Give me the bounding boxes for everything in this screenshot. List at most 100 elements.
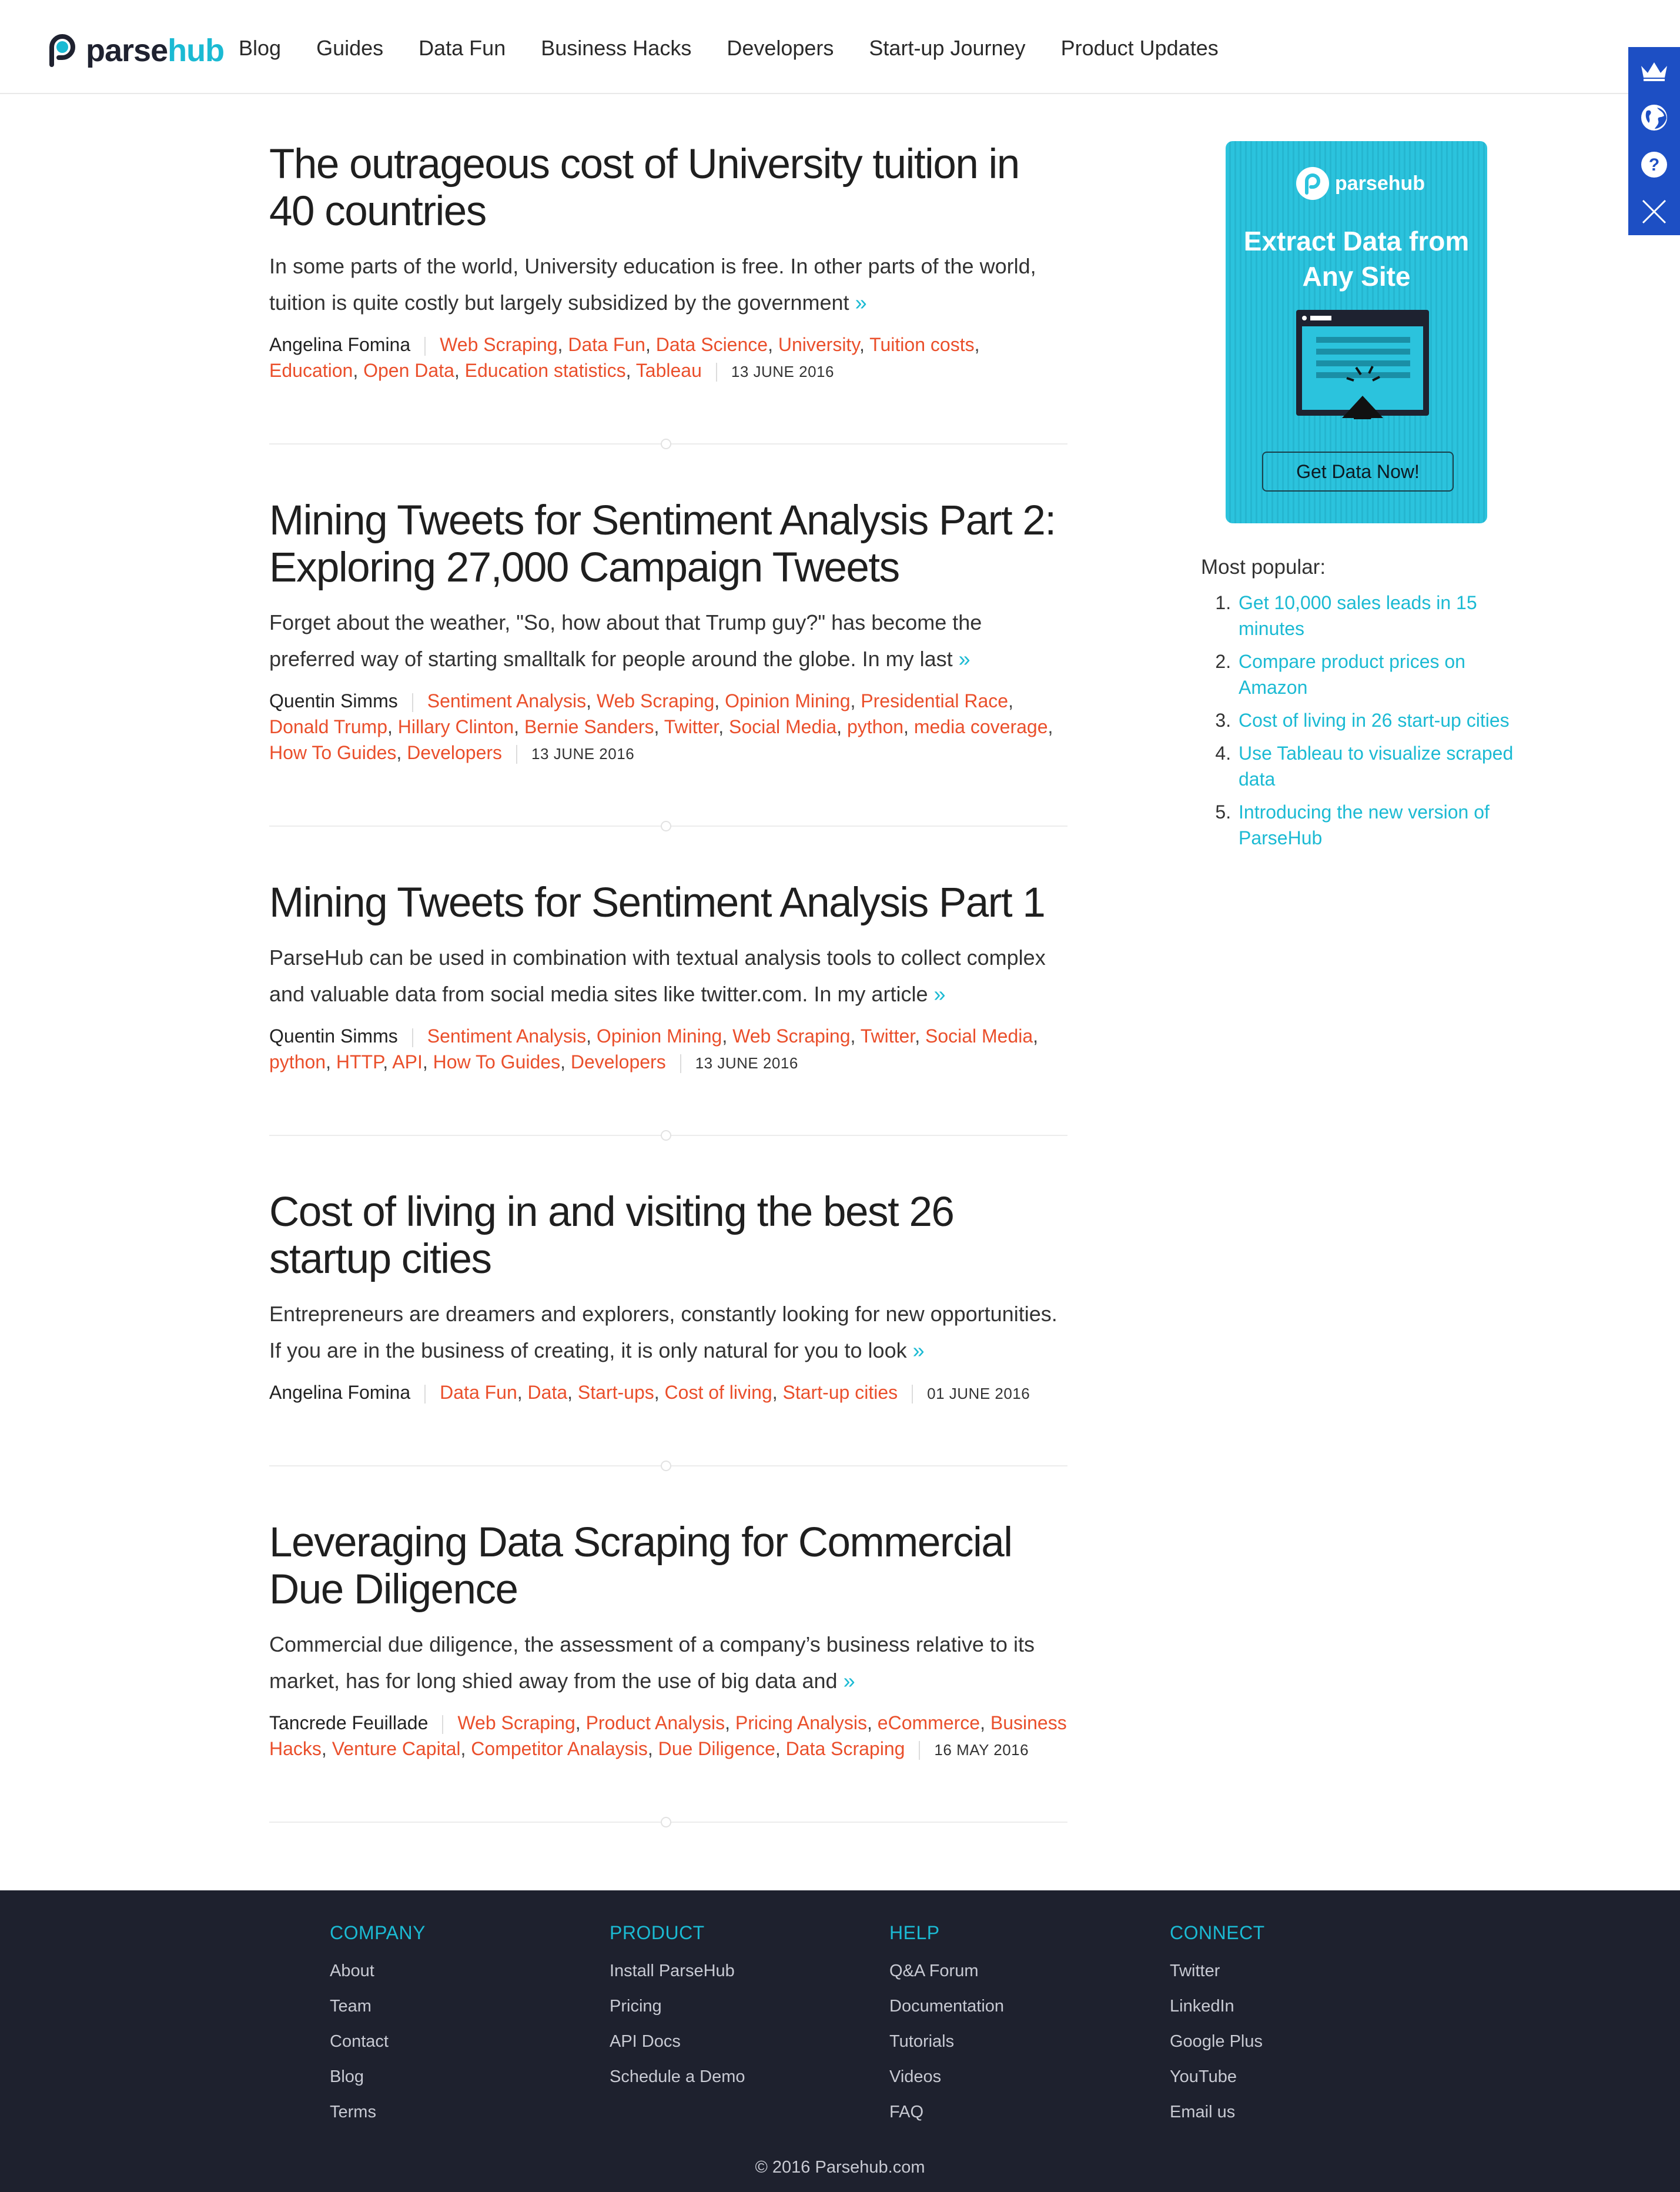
footer-link-documentation[interactable]: Documentation (889, 1989, 1004, 2024)
parsehub-ad-banner[interactable]: parsehub Extract Data from Any Site Get … (1226, 141, 1487, 523)
footer-link-tutorials[interactable]: Tutorials (889, 2024, 1004, 2059)
globe-button[interactable] (1628, 94, 1680, 141)
read-more-link[interactable]: » (844, 1669, 855, 1693)
article-title[interactable]: Mining Tweets for Sentiment Analysis Par… (269, 497, 1067, 592)
help-button[interactable]: ? (1628, 141, 1680, 188)
article-tag[interactable]: Competitor Analaysis (471, 1738, 648, 1759)
article-tag[interactable]: Cost of living (665, 1382, 772, 1403)
article-tag[interactable]: Start-ups (578, 1382, 654, 1403)
article-tag[interactable]: Open Data (363, 360, 454, 381)
footer-link-twitter[interactable]: Twitter (1170, 1953, 1265, 1989)
popular-link[interactable]: Use Tableau to visualize scraped data (1239, 743, 1513, 790)
footer-link-terms[interactable]: Terms (330, 2094, 426, 2130)
article-tag[interactable]: Web Scraping (597, 690, 714, 711)
article-tag[interactable]: Donald Trump (269, 716, 387, 737)
footer-link-linkedin[interactable]: LinkedIn (1170, 1989, 1265, 2024)
article-author[interactable]: Tancrede Feuillade (269, 1712, 428, 1733)
footer-link-email[interactable]: Email us (1170, 2094, 1265, 2130)
article-tag[interactable]: Sentiment Analysis (427, 690, 586, 711)
article-tag[interactable]: Bernie Sanders (524, 716, 654, 737)
article-tag[interactable]: Developers (407, 742, 502, 763)
footer-link-blog[interactable]: Blog (330, 2059, 426, 2094)
article-author[interactable]: Angelina Fomina (269, 334, 410, 355)
article-author[interactable]: Quentin Simms (269, 1025, 398, 1047)
article-tag[interactable]: Tuition costs (869, 334, 974, 355)
article-author[interactable]: Angelina Fomina (269, 1382, 410, 1403)
popular-link[interactable]: Get 10,000 sales leads in 15 minutes (1239, 592, 1477, 639)
close-button[interactable] (1628, 188, 1680, 235)
popular-link[interactable]: Cost of living in 26 start-up cities (1239, 710, 1510, 731)
footer-link-youtube[interactable]: YouTube (1170, 2059, 1265, 2094)
article-tag[interactable]: Data Science (656, 334, 768, 355)
footer-link-install[interactable]: Install ParseHub (610, 1953, 745, 1989)
article-tag[interactable]: API (392, 1051, 423, 1072)
article-tag[interactable]: Data Scraping (786, 1738, 905, 1759)
footer-link-pricing[interactable]: Pricing (610, 1989, 745, 2024)
article-tag[interactable]: Data Fun (568, 334, 645, 355)
article-tag[interactable]: Hillary Clinton (398, 716, 514, 737)
nav-data-fun[interactable]: Data Fun (419, 34, 506, 62)
article-tag[interactable]: python (847, 716, 903, 737)
footer-link-qa-forum[interactable]: Q&A Forum (889, 1953, 1004, 1989)
article-tag[interactable]: eCommerce (878, 1712, 980, 1733)
article-tag[interactable]: Start-up cities (783, 1382, 898, 1403)
article-tag[interactable]: Data (528, 1382, 568, 1403)
article-tag[interactable]: Developers (571, 1051, 666, 1072)
article-tag[interactable]: Tableau (636, 360, 702, 381)
article-tag[interactable]: Web Scraping (457, 1712, 575, 1733)
article-tag[interactable]: How To Guides (269, 742, 396, 763)
article-tag[interactable]: Venture Capital (332, 1738, 461, 1759)
article-title[interactable]: Leveraging Data Scraping for Commercial … (269, 1519, 1067, 1613)
article-title[interactable]: Mining Tweets for Sentiment Analysis Par… (269, 880, 1067, 927)
nav-blog[interactable]: Blog (239, 34, 281, 62)
popular-link[interactable]: Introducing the new version of ParseHub (1239, 801, 1490, 848)
footer-link-faq[interactable]: FAQ (889, 2094, 1004, 2130)
article-title[interactable]: The outrageous cost of University tuitio… (269, 141, 1067, 235)
article-tag[interactable]: Education (269, 360, 353, 381)
footer-link-team[interactable]: Team (330, 1989, 426, 2024)
article-tag[interactable]: Twitter (861, 1025, 915, 1047)
article-tag[interactable]: python (269, 1051, 326, 1072)
footer-link-videos[interactable]: Videos (889, 2059, 1004, 2094)
nav-business-hacks[interactable]: Business Hacks (541, 34, 691, 62)
footer-link-about[interactable]: About (330, 1953, 426, 1989)
popular-link[interactable]: Compare product prices on Amazon (1239, 651, 1465, 698)
article-divider (269, 1461, 1067, 1471)
article-tag[interactable]: Pricing Analysis (735, 1712, 867, 1733)
article-tag[interactable]: Opinion Mining (725, 690, 850, 711)
article-tag[interactable]: Education statistics (465, 360, 626, 381)
article-tag[interactable]: Web Scraping (440, 334, 557, 355)
site-logo[interactable]: parsehub (47, 32, 225, 69)
article-tag[interactable]: Product Analysis (586, 1712, 725, 1733)
nav-guides[interactable]: Guides (316, 34, 383, 62)
nav-developers[interactable]: Developers (727, 34, 834, 62)
article-tag[interactable]: HTTP (336, 1051, 383, 1072)
footer-link-google-plus[interactable]: Google Plus (1170, 2024, 1265, 2059)
crown-button[interactable] (1628, 47, 1680, 94)
article-tag[interactable]: Sentiment Analysis (427, 1025, 586, 1047)
article-tag[interactable]: Web Scraping (732, 1025, 850, 1047)
article-author[interactable]: Quentin Simms (269, 690, 398, 711)
article-tag[interactable]: How To Guides (433, 1051, 560, 1072)
article-tag[interactable]: Due Diligence (658, 1738, 775, 1759)
nav-startup-journey[interactable]: Start-up Journey (869, 34, 1025, 62)
article-card: Mining Tweets for Sentiment Analysis Par… (269, 880, 1067, 1141)
footer-link-contact[interactable]: Contact (330, 2024, 426, 2059)
article-tag[interactable]: Opinion Mining (597, 1025, 722, 1047)
nav-product-updates[interactable]: Product Updates (1061, 34, 1219, 62)
article-tag[interactable]: media coverage (914, 716, 1048, 737)
article-tag[interactable]: Twitter (664, 716, 718, 737)
get-data-now-button[interactable]: Get Data Now! (1262, 452, 1454, 492)
article-tag[interactable]: Data Fun (440, 1382, 517, 1403)
article-tag[interactable]: Presidential Race (861, 690, 1008, 711)
footer-link-api-docs[interactable]: API Docs (610, 2024, 745, 2059)
read-more-link[interactable]: » (913, 1338, 925, 1362)
article-tag[interactable]: University (778, 334, 859, 355)
read-more-link[interactable]: » (959, 647, 970, 671)
read-more-link[interactable]: » (933, 982, 945, 1006)
read-more-link[interactable]: » (855, 290, 867, 315)
article-title[interactable]: Cost of living in and visiting the best … (269, 1189, 1067, 1283)
article-tag[interactable]: Social Media (925, 1025, 1033, 1047)
footer-link-schedule-demo[interactable]: Schedule a Demo (610, 2059, 745, 2094)
article-tag[interactable]: Social Media (729, 716, 836, 737)
